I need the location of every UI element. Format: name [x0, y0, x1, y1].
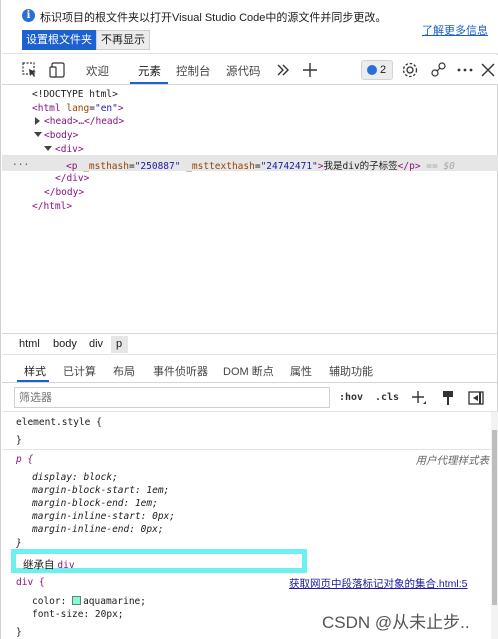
- info-message: 标识项目的根文件夹以打开Visual Studio Code中的源文件并同步更改…: [40, 12, 387, 24]
- tab-elements[interactable]: 元素: [138, 63, 161, 79]
- selected-node-marker: == $0: [426, 161, 455, 172]
- info-bar: i 标识项目的根文件夹以打开Visual Studio Code中的源文件并同步…: [2, 0, 498, 54]
- div-rule-color[interactable]: color: aquamarine;: [32, 596, 146, 607]
- tab-properties[interactable]: 属性: [290, 363, 312, 379]
- set-root-folder-button[interactable]: 设置根文件夹: [22, 30, 96, 50]
- html-open-tag: <html: [32, 103, 61, 114]
- inherited-from-tag[interactable]: div: [57, 560, 74, 571]
- inspect-element-icon[interactable]: [20, 60, 40, 80]
- issues-badge[interactable]: 2: [361, 60, 393, 80]
- tab-layout[interactable]: 布局: [113, 363, 135, 379]
- color-swatch[interactable]: [72, 596, 82, 605]
- tab-welcome[interactable]: 欢迎: [86, 63, 109, 79]
- body-close-line[interactable]: </body>: [44, 187, 84, 198]
- msthash-attr-name: _msthash: [83, 161, 129, 172]
- breadcrumb-body[interactable]: body: [53, 338, 77, 350]
- p-selector[interactable]: p {: [16, 454, 33, 465]
- more-tabs-icon[interactable]: [273, 60, 293, 80]
- breadcrumb-html[interactable]: html: [19, 338, 40, 350]
- element-style-selector[interactable]: element.style {: [16, 417, 102, 428]
- p-rule-close: }: [16, 538, 22, 549]
- styles-filter-bar: :hov .cls: [2, 384, 498, 412]
- p-text-content: 我是div的子标签: [323, 161, 398, 172]
- devtools-window: i 标识项目的根文件夹以打开Visual Studio Code中的源文件并同步…: [0, 0, 498, 639]
- p-rule-margin-inline-end[interactable]: margin-inline-end: 0px;: [32, 524, 164, 535]
- dont-show-again-button[interactable]: 不再显示: [96, 30, 150, 50]
- inherited-from-section: 继承自 div: [11, 549, 307, 573]
- dom-tree: <!DOCTYPE html> <html lang="en"> <head>……: [2, 86, 498, 332]
- class-toggle[interactable]: .cls: [375, 392, 399, 403]
- html-open-line[interactable]: <html lang="en">: [32, 103, 124, 114]
- styles-pane: element.style { } p { 用户代理样式表 display: b…: [2, 412, 491, 639]
- body-open-line[interactable]: <body>: [44, 130, 78, 141]
- collapse-arrow-icon[interactable]: [44, 146, 52, 151]
- breadcrumb: html body div p: [2, 333, 498, 355]
- tab-accessibility[interactable]: 辅助功能: [329, 363, 373, 379]
- msttexthash-attr-value: "24742471": [260, 161, 318, 172]
- color-prop-value: aquamarine;: [83, 596, 146, 607]
- p-open-tag: <p: [66, 161, 78, 172]
- div-rule-font-size[interactable]: font-size: 20px;: [32, 609, 124, 620]
- rule-divider: [2, 449, 491, 450]
- div-open-line[interactable]: <div>: [55, 144, 84, 155]
- div-close-line[interactable]: </div>: [55, 173, 89, 184]
- p-element-line[interactable]: <p _msthash="250887" _msttexthash="24742…: [66, 158, 455, 172]
- div-rule-close: }: [16, 627, 22, 638]
- hover-state-toggle[interactable]: :hov: [339, 392, 363, 403]
- styles-tab-indicator: [17, 380, 49, 382]
- breadcrumb-div[interactable]: div: [89, 338, 103, 350]
- lang-attr-value: "en": [94, 103, 118, 114]
- p-close-tag: </p>: [397, 161, 421, 172]
- add-tab-icon[interactable]: [300, 60, 320, 80]
- styles-filter-input[interactable]: [14, 387, 330, 408]
- connect-device-icon[interactable]: [429, 60, 449, 80]
- tab-dom-breakpoints[interactable]: DOM 断点: [223, 363, 274, 379]
- p-rule-display[interactable]: display: block;: [32, 472, 118, 483]
- html-open-bracket: >: [117, 103, 124, 114]
- devtools-toolbar: 欢迎 元素 控制台 源代码 2: [2, 55, 498, 85]
- doctype-line[interactable]: <!DOCTYPE html>: [32, 89, 118, 100]
- styles-tabs: 样式 已计算 布局 事件侦听器 DOM 断点 属性 辅助功能: [2, 356, 498, 383]
- stylesheet-source-link[interactable]: 获取网页中段落标记对象的集合.html:5: [289, 576, 468, 591]
- settings-gear-icon[interactable]: [400, 60, 420, 80]
- inherited-from-text: 继承自: [23, 559, 55, 571]
- div-selector[interactable]: div {: [16, 577, 45, 588]
- paint-brush-icon[interactable]: [439, 389, 457, 407]
- user-agent-stylesheet-label: 用户代理样式表: [415, 455, 490, 467]
- lang-attr-name: lang: [66, 103, 90, 114]
- msttexthash-attr-name: _msttexthash: [186, 161, 255, 172]
- info-icon: i: [22, 9, 35, 22]
- scrollbar-thumb[interactable]: [492, 430, 497, 605]
- node-actions-ellipsis[interactable]: ...: [12, 157, 29, 168]
- issues-icon: [367, 65, 377, 75]
- active-tab-indicator: [130, 82, 168, 84]
- new-style-rule-icon[interactable]: [410, 389, 428, 407]
- p-rule-margin-block-end[interactable]: margin-block-end: 1em;: [32, 498, 158, 509]
- watermark: CSDN @从未止步..: [322, 613, 470, 632]
- color-prop-name: color:: [32, 596, 67, 607]
- more-options-icon[interactable]: [455, 60, 475, 80]
- p-rule-margin-inline-start[interactable]: margin-inline-start: 0px;: [32, 511, 175, 522]
- expand-arrow-icon[interactable]: [35, 117, 40, 125]
- head-collapsed-line[interactable]: <head>…</head>: [44, 116, 124, 127]
- p-rule-margin-block-start[interactable]: margin-block-start: 1em;: [32, 485, 169, 496]
- toggle-sidebar-icon[interactable]: [467, 389, 485, 407]
- msthash-attr-value: "250887": [134, 161, 181, 172]
- breadcrumb-p[interactable]: p: [116, 338, 122, 350]
- learn-more-link[interactable]: 了解更多信息: [422, 22, 488, 38]
- html-close-line[interactable]: </html>: [32, 201, 72, 212]
- inherited-from-label: 继承自 div: [23, 557, 75, 572]
- collapse-arrow-icon[interactable]: [34, 132, 42, 137]
- tab-event-listeners[interactable]: 事件侦听器: [153, 363, 208, 379]
- close-icon[interactable]: [478, 60, 498, 80]
- tab-sources[interactable]: 源代码: [226, 63, 261, 79]
- element-style-close: }: [16, 435, 22, 446]
- styles-scrollbar[interactable]: [491, 412, 498, 639]
- tab-styles[interactable]: 样式: [24, 363, 46, 379]
- tab-computed[interactable]: 已计算: [63, 363, 96, 379]
- tab-console[interactable]: 控制台: [176, 63, 211, 79]
- issues-count: 2: [380, 64, 387, 76]
- device-emulation-icon[interactable]: [48, 60, 68, 80]
